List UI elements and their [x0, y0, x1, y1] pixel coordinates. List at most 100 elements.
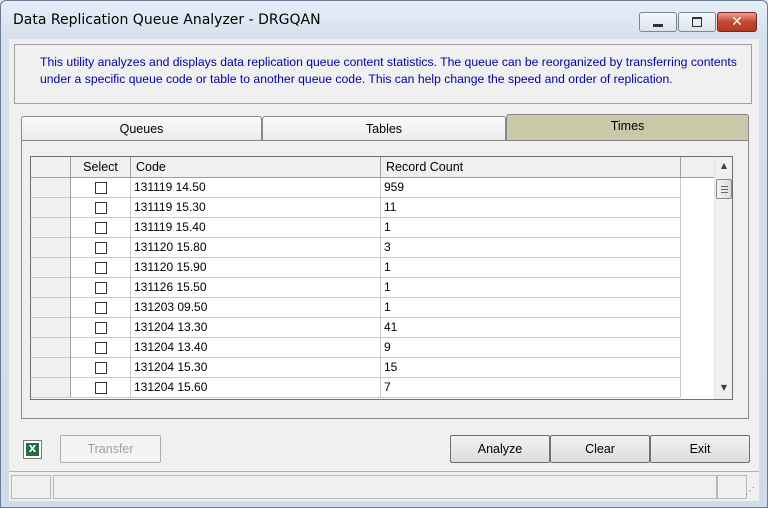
- resize-grip-icon[interactable]: ⋰: [745, 486, 757, 498]
- row-header[interactable]: [31, 318, 71, 338]
- code-cell[interactable]: 131204 13.40: [131, 338, 381, 358]
- record-count-cell[interactable]: 7: [381, 378, 681, 398]
- app-window: Data Replication Queue Analyzer - DRGQAN…: [0, 0, 768, 508]
- select-checkbox[interactable]: [95, 262, 107, 274]
- row-header[interactable]: [31, 178, 71, 198]
- row-header[interactable]: [31, 378, 71, 398]
- table-row[interactable]: 131119 14.50 959: [31, 178, 681, 198]
- maximize-button[interactable]: [678, 12, 716, 32]
- table-row[interactable]: 131120 15.90 1: [31, 258, 681, 278]
- grid-header: Select Code Record Count: [31, 157, 714, 178]
- minimize-button[interactable]: [639, 12, 677, 32]
- tab-times[interactable]: Times: [506, 114, 749, 140]
- record-count-cell[interactable]: 1: [381, 258, 681, 278]
- record-count-cell[interactable]: 9: [381, 338, 681, 358]
- table-row[interactable]: 131203 09.50 1: [31, 298, 681, 318]
- select-cell: [71, 378, 131, 398]
- status-panel-2: [53, 475, 717, 499]
- scroll-down-icon[interactable]: ▼: [715, 379, 732, 396]
- status-panel-1: [11, 475, 51, 499]
- status-bar: ⋰: [9, 471, 759, 500]
- select-cell: [71, 198, 131, 218]
- excel-export-button[interactable]: X: [23, 440, 42, 459]
- column-header-record-count[interactable]: Record Count: [381, 157, 681, 177]
- row-header-corner: [31, 157, 71, 177]
- row-header[interactable]: [31, 298, 71, 318]
- close-button[interactable]: ✕: [717, 12, 757, 32]
- select-checkbox[interactable]: [95, 302, 107, 314]
- select-checkbox[interactable]: [95, 342, 107, 354]
- table-row[interactable]: 131119 15.30 11: [31, 198, 681, 218]
- info-description: This utility analyzes and displays data …: [14, 44, 752, 104]
- select-checkbox[interactable]: [95, 362, 107, 374]
- excel-export-icon: X: [26, 443, 39, 456]
- row-header[interactable]: [31, 338, 71, 358]
- row-header[interactable]: [31, 258, 71, 278]
- row-header[interactable]: [31, 198, 71, 218]
- row-header[interactable]: [31, 238, 71, 258]
- table-row[interactable]: 131204 13.30 41: [31, 318, 681, 338]
- column-header-select[interactable]: Select: [71, 157, 131, 177]
- analyze-button[interactable]: Analyze: [450, 435, 550, 463]
- record-count-cell[interactable]: 11: [381, 198, 681, 218]
- record-count-cell[interactable]: 41: [381, 318, 681, 338]
- exit-button[interactable]: Exit: [650, 435, 750, 463]
- select-cell: [71, 178, 131, 198]
- code-cell[interactable]: 131119 14.50: [131, 178, 381, 198]
- tab-panel-times: Select Code Record Count 131119 14.50 959…: [21, 140, 749, 419]
- record-count-cell[interactable]: 3: [381, 238, 681, 258]
- code-cell[interactable]: 131119 15.30: [131, 198, 381, 218]
- select-cell: [71, 218, 131, 238]
- scroll-up-icon[interactable]: ▲: [715, 157, 732, 174]
- column-header-filler: [681, 157, 714, 177]
- record-count-cell[interactable]: 959: [381, 178, 681, 198]
- code-cell[interactable]: 131203 09.50: [131, 298, 381, 318]
- row-header[interactable]: [31, 278, 71, 298]
- code-cell[interactable]: 131204 15.60: [131, 378, 381, 398]
- code-cell[interactable]: 131204 13.30: [131, 318, 381, 338]
- select-cell: [71, 278, 131, 298]
- select-cell: [71, 298, 131, 318]
- row-header[interactable]: [31, 358, 71, 378]
- record-count-cell[interactable]: 1: [381, 298, 681, 318]
- clear-button[interactable]: Clear: [550, 435, 650, 463]
- select-cell: [71, 358, 131, 378]
- grip-line: [721, 192, 728, 193]
- code-cell[interactable]: 131126 15.50: [131, 278, 381, 298]
- table-row[interactable]: 131204 15.60 7: [31, 378, 681, 398]
- select-cell: [71, 258, 131, 278]
- table-row[interactable]: 131119 15.40 1: [31, 218, 681, 238]
- code-cell[interactable]: 131120 15.80: [131, 238, 381, 258]
- table-row[interactable]: 131204 15.30 15: [31, 358, 681, 378]
- select-checkbox[interactable]: [95, 322, 107, 334]
- select-checkbox[interactable]: [95, 282, 107, 294]
- table-row[interactable]: 131204 13.40 9: [31, 338, 681, 358]
- minimize-icon: [653, 23, 663, 27]
- record-count-cell[interactable]: 15: [381, 358, 681, 378]
- window-title: Data Replication Queue Analyzer - DRGQAN: [13, 12, 321, 28]
- record-count-cell[interactable]: 1: [381, 278, 681, 298]
- title-bar[interactable]: Data Replication Queue Analyzer - DRGQAN…: [1, 1, 767, 39]
- code-cell[interactable]: 131204 15.30: [131, 358, 381, 378]
- times-grid: Select Code Record Count 131119 14.50 959…: [30, 156, 733, 400]
- select-cell: [71, 238, 131, 258]
- select-checkbox[interactable]: [95, 202, 107, 214]
- select-checkbox[interactable]: [95, 242, 107, 254]
- client-area: This utility analyzes and displays data …: [9, 39, 759, 501]
- vertical-scrollbar[interactable]: ▲ ▼: [714, 157, 732, 399]
- tab-tables[interactable]: Tables: [262, 116, 506, 140]
- record-count-cell[interactable]: 1: [381, 218, 681, 238]
- code-cell[interactable]: 131120 15.90: [131, 258, 381, 278]
- select-checkbox[interactable]: [95, 182, 107, 194]
- transfer-button[interactable]: Transfer: [60, 435, 161, 463]
- table-row[interactable]: 131120 15.80 3: [31, 238, 681, 258]
- code-cell[interactable]: 131119 15.40: [131, 218, 381, 238]
- select-checkbox[interactable]: [95, 382, 107, 394]
- scroll-thumb[interactable]: [716, 179, 732, 199]
- row-header[interactable]: [31, 218, 71, 238]
- column-header-code[interactable]: Code: [131, 157, 381, 177]
- table-row[interactable]: 131126 15.50 1: [31, 278, 681, 298]
- tab-queues[interactable]: Queues: [21, 116, 262, 140]
- select-checkbox[interactable]: [95, 222, 107, 234]
- select-cell: [71, 318, 131, 338]
